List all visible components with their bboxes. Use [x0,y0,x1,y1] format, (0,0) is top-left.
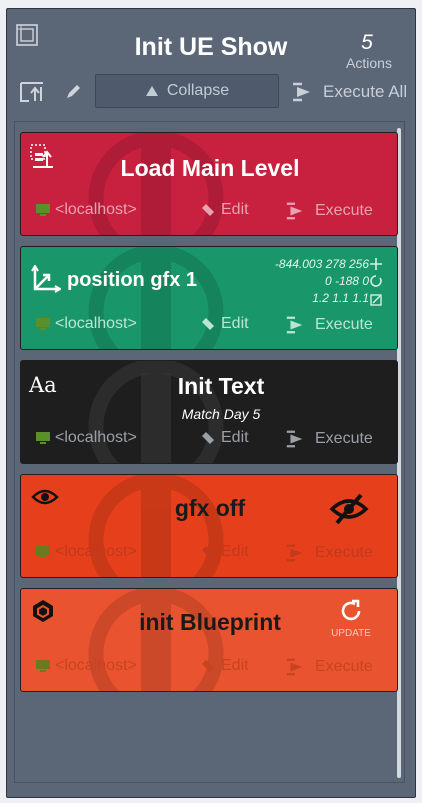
card-title: Load Main Level [120,155,300,181]
edit-label: Edit [221,543,249,560]
action-card-load-main-level[interactable]: Load Main Level <localhost> Edit Execute [20,132,398,236]
card-footer: <localhost> Edit Execute [35,429,390,451]
panel-header: Init UE Show 5 Actions Collapse Execute … [7,9,415,121]
collapse-panel-icon[interactable] [19,81,45,103]
edit-button[interactable]: Edit [201,543,249,561]
execute-label: Execute [315,430,373,447]
execute-button[interactable]: Execute [285,315,373,335]
execute-icon [286,316,303,334]
rundown-panel: Init UE Show 5 Actions Collapse Execute … [6,8,416,798]
host-selector[interactable]: <localhost> [35,657,137,675]
move-icon [370,258,382,270]
pencil-icon [202,318,214,330]
edit-label: Edit [221,201,249,218]
transform-axes-icon [31,265,61,293]
pencil-icon [202,546,214,558]
edit-label: Edit [221,315,249,332]
card-title: position gfx 1 [67,269,197,291]
position-value: -844.003 278 256 [274,257,369,271]
card-title: Init Text [177,373,265,399]
execute-icon [286,544,303,562]
refresh-icon [341,599,361,621]
rotate-icon [370,275,382,287]
action-card-init-blueprint[interactable]: init Blueprint UPDATE <localhost> Edit E… [20,588,398,692]
edit-label: Edit [221,657,249,674]
monitor-icon [36,546,50,558]
edit-button[interactable]: Edit [201,657,249,675]
edit-button[interactable]: Edit [201,315,249,333]
card-footer: <localhost> Edit Execute [35,201,390,223]
host-selector[interactable]: <localhost> [35,201,137,219]
execute-button[interactable]: Execute [285,543,373,563]
monitor-icon [36,432,50,444]
action-card-position-gfx-1[interactable]: position gfx 1 -844.003 278 256 0 -188 0… [20,246,398,350]
execute-all-button[interactable]: Execute All [291,81,407,103]
execute-button[interactable]: Execute [285,657,373,677]
monitor-icon [36,318,50,330]
execute-label: Execute [315,658,373,675]
edit-button[interactable]: Edit [201,429,249,447]
host-selector[interactable]: <localhost> [35,429,137,447]
transform-icons [370,258,382,306]
collapse-button[interactable]: Collapse [95,74,279,108]
host-label: <localhost> [55,657,137,674]
execute-icon [286,430,303,448]
edit-label: Edit [221,429,249,446]
action-count-label: Actions [346,55,392,71]
triangle-up-icon [145,86,158,96]
monitor-icon [36,204,50,216]
scale-icon [370,294,382,306]
execute-button[interactable]: Execute [285,201,373,221]
execute-label: Execute [315,316,373,333]
action-card-init-text[interactable]: Aa Init Text Match Day 5 <localhost> Edi… [20,360,398,464]
actions-list: Load Main Level <localhost> Edit Execute [14,121,405,783]
card-footer: <localhost> Edit Execute [35,543,390,565]
scale-value: 1.2 1.1 1.1 [312,291,369,305]
card-subtitle: Match Day 5 [181,406,261,422]
host-selector[interactable]: <localhost> [35,315,137,333]
card-footer: <localhost> Edit Execute [35,657,390,679]
execute-all-label: Execute All [323,82,408,101]
action-count: 5 [361,31,373,54]
host-label: <localhost> [55,315,137,332]
eye-slash-icon[interactable] [329,493,369,525]
host-selector[interactable]: <localhost> [35,543,137,561]
update-button[interactable]: UPDATE [321,599,381,639]
execute-label: Execute [315,202,373,219]
pencil-icon [202,204,214,216]
pencil-icon [202,660,214,672]
host-label: <localhost> [55,543,137,560]
execute-icon [293,82,310,102]
monitor-icon [36,660,50,672]
host-label: <localhost> [55,201,137,218]
edit-button[interactable]: Edit [201,201,249,219]
execute-button[interactable]: Execute [285,429,373,449]
pencil-icon [202,432,214,444]
execute-label: Execute [315,544,373,561]
pencil-icon[interactable] [65,83,81,101]
transform-values: -844.003 278 256 0 -188 0 1.2 1.1 1.1 [275,256,369,307]
rotation-value: 0 -188 0 [324,274,369,288]
update-label: UPDATE [331,628,371,639]
execute-icon [286,202,303,220]
card-footer: <localhost> Edit Execute [35,315,390,337]
action-card-gfx-off[interactable]: gfx off <localhost> Edit Execute [20,474,398,578]
host-label: <localhost> [55,429,137,446]
collapse-label: Collapse [166,82,230,99]
execute-icon [286,658,303,676]
